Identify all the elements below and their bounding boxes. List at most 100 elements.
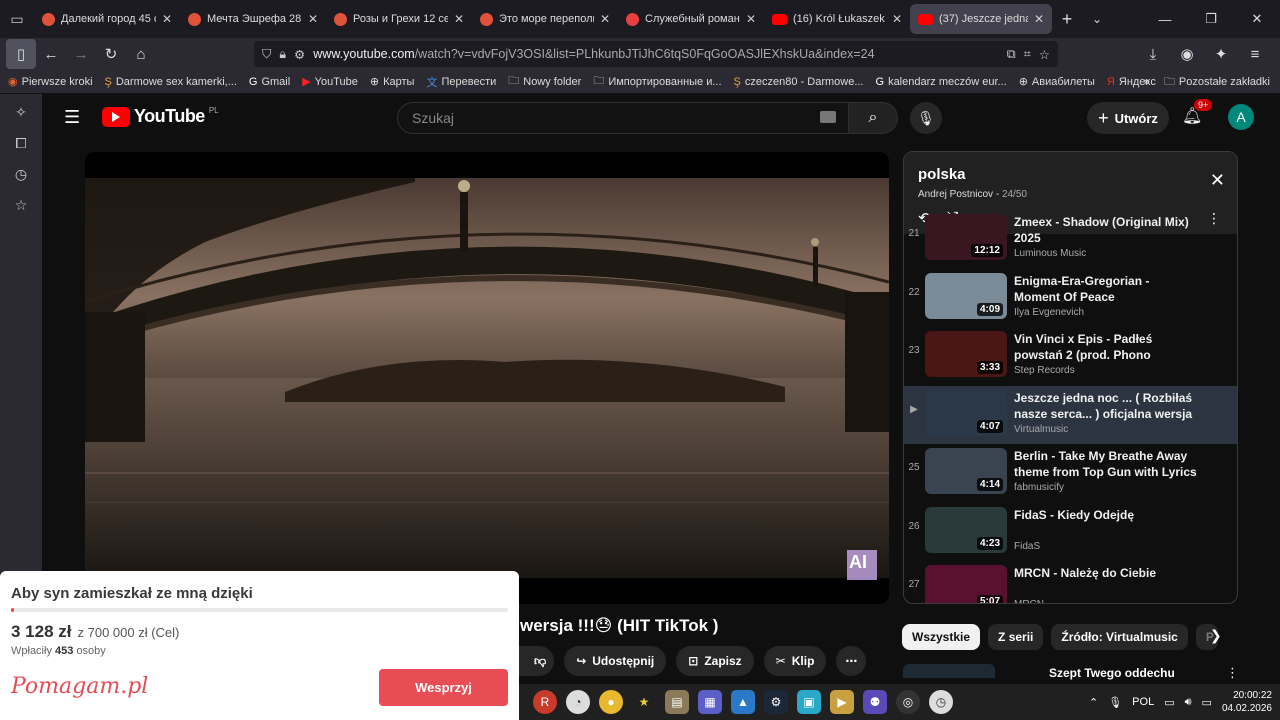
team-app-icon[interactable]: ⚉: [863, 690, 887, 714]
playlist-item-thumbnail[interactable]: 4:09: [925, 272, 1007, 319]
minimize-button[interactable]: —: [1142, 12, 1188, 27]
history-icon[interactable]: ◷: [15, 166, 27, 183]
dislike-icon[interactable]: 👎︎: [534, 654, 546, 669]
reload-button[interactable]: ↻: [96, 39, 126, 69]
back-button[interactable]: ←: [36, 39, 66, 69]
steam-icon[interactable]: ⚙: [764, 690, 788, 714]
playlist-item-channel[interactable]: fabmusicify: [1014, 482, 1064, 493]
youtube-logo[interactable]: YouTube PL: [102, 106, 219, 127]
playlist-item-title[interactable]: Berlin - Take My Breathe Away theme from…: [1014, 448, 1198, 480]
clock[interactable]: 20:00:22 04.02.2026: [1222, 689, 1272, 715]
maximize-button[interactable]: ❐: [1188, 11, 1234, 27]
playlist-item-thumbnail[interactable]: 3:33: [925, 331, 1007, 377]
battery-icon[interactable]: ▭: [1202, 696, 1212, 709]
url-text[interactable]: www.youtube.com/watch?v=vdvFojV3OSI&list…: [313, 47, 999, 61]
playlist-item-title[interactable]: Enigma-Era-Gregorian - Moment Of Peace: [1014, 273, 1198, 305]
bookmark-item[interactable]: Ş Darmowe sex kamerki,...: [105, 72, 237, 91]
address-bar[interactable]: ⛉ 🔒︎ ⚙ www.youtube.com/watch?v=vdvFojV3O…: [254, 41, 1058, 67]
bookmark-item[interactable]: Şczeczen80 - Darmowe...: [734, 72, 864, 91]
menu-icon[interactable]: ≡: [1240, 39, 1270, 69]
chevron-right-icon[interactable]: ❯: [1210, 627, 1222, 644]
shield-icon[interactable]: ⛉: [262, 47, 271, 62]
voice-search-button[interactable]: 🎙︎: [910, 102, 942, 134]
app-circle-icon[interactable]: ◔: [566, 690, 590, 714]
keyboard-icon[interactable]: [820, 111, 836, 123]
sidebar-toggle-icon[interactable]: ▯: [6, 39, 36, 69]
new-tab-button[interactable]: +: [1052, 9, 1082, 30]
lock-icon[interactable]: 🔒︎: [279, 47, 286, 62]
playlist-item-title[interactable]: FidaS - Kiedy Odejdę: [1014, 507, 1198, 523]
permissions-icon[interactable]: ⚙: [294, 47, 305, 62]
playlist-item-title[interactable]: Zmeex - Shadow (Original Mix) 2025: [1014, 214, 1198, 246]
close-tab-icon[interactable]: ✕: [746, 12, 756, 26]
playlist-item-thumbnail[interactable]: 4:14: [925, 448, 1007, 494]
create-button[interactable]: + Utwórz: [1087, 102, 1169, 134]
app-red-icon[interactable]: R: [533, 690, 557, 714]
next-video-more-icon[interactable]: ⋮: [1226, 665, 1239, 681]
playlist-item-thumbnail[interactable]: 12:12: [925, 214, 1007, 260]
bookmark-star-icon[interactable]: ☆: [1039, 47, 1050, 62]
next-video-thumbnail[interactable]: [903, 664, 995, 678]
close-tab-icon[interactable]: ✕: [162, 12, 172, 26]
playlist-item[interactable]: 22 4:09 Enigma-Era-Gregorian - Moment Of P…: [904, 269, 1237, 328]
ai-chat-icon[interactable]: ✧: [15, 104, 27, 121]
playlist-item-title[interactable]: Jeszcze jedna noc ... ( Rozbiłaś nasze s…: [1014, 390, 1198, 422]
close-tab-icon[interactable]: ✕: [454, 12, 464, 26]
guide-menu-icon[interactable]: ☰: [64, 107, 80, 128]
bookmark-item[interactable]: 🗀 Импортированные и...: [593, 72, 721, 91]
star-app-icon[interactable]: ★: [632, 690, 656, 714]
filter-chip[interactable]: Z serii: [988, 624, 1044, 650]
video-player[interactable]: AI: [85, 152, 889, 604]
microphone-tray-icon[interactable]: 🎙︎: [1108, 696, 1122, 709]
search-button[interactable]: ⌕: [848, 102, 898, 134]
playlist-item[interactable]: 26 4:23 FidaS - Kiedy Odejdę FidaS: [904, 503, 1237, 562]
language-indicator[interactable]: POL: [1132, 696, 1154, 708]
pomagam-logo[interactable]: Pomagam.pl: [11, 674, 148, 699]
donate-button[interactable]: Wesprzyj: [379, 669, 508, 706]
playlist-item-channel[interactable]: Virtualmusic: [1014, 424, 1068, 435]
bookmark-item[interactable]: G Gmail: [249, 72, 290, 91]
playlist-item[interactable]: 25 4:14 Berlin - Take My Breathe Away them…: [904, 444, 1237, 503]
clip-button[interactable]: ✂ Klip: [763, 646, 827, 676]
browser-tab[interactable]: Служебный роман ✕: [618, 4, 764, 34]
other-bookmarks-folder[interactable]: 🗀 Pozostałe zakładki: [1164, 73, 1270, 92]
synced-tabs-icon[interactable]: ⧠: [15, 135, 26, 152]
playlist-item[interactable]: 21 12:12 Zmeex - Shadow (Original Mix) 202…: [904, 210, 1237, 269]
close-tab-icon[interactable]: ✕: [1034, 12, 1044, 26]
photos-icon[interactable]: ▲: [731, 690, 755, 714]
more-bookmarks-icon[interactable]: »: [1144, 76, 1150, 88]
close-tab-icon[interactable]: ✕: [600, 12, 610, 26]
playlist-item[interactable]: 27 5:07 MRCN - Należę do Ciebie MRCN: [904, 561, 1237, 603]
forward-button[interactable]: →: [66, 39, 96, 69]
volume-icon[interactable]: 🔊︎: [1185, 696, 1192, 709]
share-button[interactable]: ↪ Udostępnij: [564, 646, 667, 676]
chevron-up-icon[interactable]: ⌃: [1089, 696, 1098, 709]
playlist-item-channel[interactable]: Ilya Evgenevich: [1014, 307, 1084, 318]
extensions-icon[interactable]: ✦: [1206, 39, 1236, 69]
bookmark-item[interactable]: ⊕ Карты: [370, 72, 415, 91]
more-actions-button[interactable]: ⋯: [836, 646, 867, 676]
home-button[interactable]: ⌂: [126, 39, 156, 69]
close-icon[interactable]: ✕: [1210, 170, 1225, 191]
playlist-item-thumbnail[interactable]: 5:07: [925, 565, 1007, 603]
browser-tab[interactable]: Далекий город 45 сер ✕: [34, 4, 180, 34]
downloads-icon[interactable]: ⤓: [1138, 39, 1168, 69]
bookmark-item[interactable]: ▶ YouTube: [302, 72, 358, 91]
tab-list-chevron-icon[interactable]: ⌄: [1082, 12, 1112, 26]
next-video-title[interactable]: Szept Twego oddechu: [1049, 666, 1175, 680]
playlist-item[interactable]: ▶ 4:07 Jeszcze jedna noc ... ( Rozbiłaś na…: [904, 385, 1237, 444]
obs-icon[interactable]: ◎: [896, 690, 920, 714]
save-button[interactable]: ⊡ Zapisz: [676, 646, 754, 676]
playlist-item-channel[interactable]: MRCN: [1014, 599, 1044, 603]
tab-list-icon[interactable]: ▭: [0, 0, 34, 38]
playlist-item[interactable]: 23 3:33 Vin Vinci x Epis - Padłeś powstań …: [904, 327, 1237, 386]
chrome-icon[interactable]: ●: [599, 690, 623, 714]
media-player-icon[interactable]: ▶: [830, 690, 854, 714]
avatar[interactable]: A: [1228, 104, 1254, 130]
bookmark-item[interactable]: ⊕ Авиабилеты: [1019, 72, 1095, 91]
playlist-title[interactable]: polska: [918, 166, 966, 183]
bookmarks-icon[interactable]: ☆: [15, 197, 28, 214]
playlist-item-title[interactable]: MRCN - Należę do Ciebie: [1014, 565, 1198, 581]
close-tab-icon[interactable]: ✕: [308, 12, 318, 26]
playlist-item-title[interactable]: Vin Vinci x Epis - Padłeś powstań 2 (pro…: [1014, 331, 1198, 363]
